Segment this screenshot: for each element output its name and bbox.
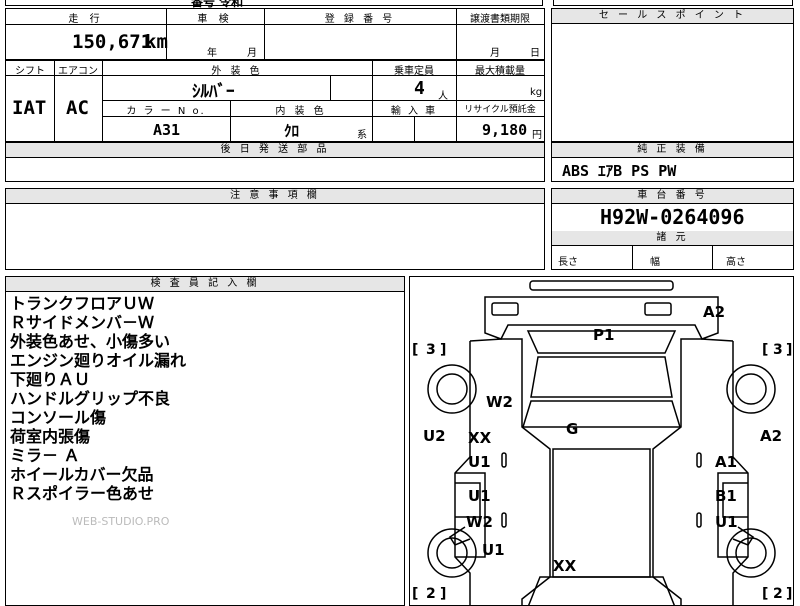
color-no-header: カ ラ ー N o.: [126, 106, 206, 117]
watermark: WEB-STUDIO.PRO: [72, 515, 170, 528]
recycle-deposit-value: 9,180: [482, 121, 528, 139]
note-line: トランクフロアＵＷ: [10, 294, 155, 313]
note-line: エンジン廻りオイル漏れ: [10, 351, 187, 370]
spec-row: シフト エアコン 外 装 色 乗車定員 最大積載量 IAT AC ｼﾙﾊﾞｰ 4…: [5, 60, 545, 142]
interior-color-header: 内 装 色: [275, 106, 327, 117]
mark-u2-left: U2: [423, 427, 446, 445]
note-line: コンソール傷: [10, 408, 107, 427]
transfer-day-label: 日: [530, 48, 540, 59]
note-line: 下廻りＡＵ: [10, 370, 91, 389]
chassis-number: H92W-0264096: [600, 205, 745, 229]
shaken-year-label: 年: [207, 48, 217, 59]
shift-value: IAT: [12, 97, 47, 119]
mark-w2-left-low: W2: [466, 513, 493, 531]
ac-header: エアコン: [58, 66, 98, 77]
interior-color-value: ｸﾛ: [284, 122, 300, 140]
car-diagram: A2 P1 W2 G U2 XX U1 U1 W2 U1 XX A2 A1 B1…: [412, 280, 792, 605]
mark-w2-left: W2: [486, 393, 513, 411]
sales-point-box: セ ー ル ス ポ イ ン ト: [551, 8, 794, 142]
car-map-box: A2 P1 W2 G U2 XX U1 U1 W2 U1 XX A2 A1 B1…: [409, 276, 794, 606]
capacity-header: 乗車定員: [394, 66, 434, 77]
tire-bracket-right-top: [: [762, 342, 768, 358]
mark-p1: P1: [593, 326, 614, 344]
tire-bracket-right-top-close: ]: [786, 342, 792, 358]
recycle-deposit-header: リサイクル預託金: [464, 105, 536, 115]
note-line: 荷室内張傷: [10, 427, 91, 446]
max-load-unit: kg: [530, 87, 543, 98]
shaken-header: 車 検: [197, 14, 233, 25]
transfer-month-label: 月: [490, 48, 500, 59]
equipment-value: ABS ｴｱB PS PW: [562, 162, 677, 180]
mileage-unit: km: [145, 31, 168, 53]
later-parts-header: 後 日 発 送 部 品: [6, 143, 544, 158]
mileage-value: 150,671: [72, 31, 153, 53]
note-line: Ｒサイドメンバ－Ｗ: [10, 313, 155, 332]
note-line: 外装色あせ、小傷多い: [10, 332, 171, 351]
tire-grade-right-top: 3: [773, 342, 783, 358]
tire-grade-left-top: 3: [426, 342, 436, 358]
max-load-header: 最大積載量: [475, 66, 525, 77]
interior-color-suffix: 系: [357, 130, 367, 141]
top-strip: 番号 令和: [5, 0, 543, 9]
mark-u1-left-top: U1: [468, 453, 491, 471]
shift-header: シフト: [15, 66, 45, 77]
tire-bracket-left-top: [: [412, 342, 418, 358]
caution-box: 注 意 事 項 欄: [5, 188, 545, 270]
transfer-deadline-header: 譲渡書類期限: [470, 14, 530, 25]
exterior-color-value: ｼﾙﾊﾞｰ: [192, 82, 235, 102]
capacity-unit: 人: [438, 91, 448, 102]
chassis-box: 車 台 番 号 H92W-0264096 諸 元 長さ 幅 高さ: [551, 188, 794, 270]
note-line: ミラ－ Ａ: [10, 446, 80, 465]
ac-value: AC: [66, 97, 89, 119]
sales-point-header: セ ー ル ス ポ イ ン ト: [552, 9, 793, 24]
note-line: ハンドルグリップ不良: [10, 389, 171, 408]
tire-bracket-left-top-close: ]: [440, 342, 446, 358]
mark-xx-bottom: XX: [553, 557, 577, 575]
mileage-row: 走 行 車 検 登 録 番 号 譲渡書類期限 150,671 km 年 月 月 …: [5, 8, 545, 60]
mileage-header: 走 行: [68, 14, 104, 25]
dimension-width-label: 幅: [650, 257, 660, 268]
dimension-height-label: 高さ: [726, 257, 746, 268]
chassis-header: 車 台 番 号: [552, 189, 793, 204]
mark-u1-left-bottom: U1: [482, 541, 505, 559]
import-header: 輸 入 車: [390, 106, 438, 117]
capacity-value: 4: [414, 78, 425, 99]
shaken-month-label: 月: [247, 48, 257, 59]
note-line: Ｒスポイラー色あせ: [10, 484, 155, 503]
equipment-box: 純 正 装 備 ABS ｴｱB PS PW: [551, 142, 794, 182]
mark-g: G: [566, 420, 578, 438]
color-no-value: A31: [153, 121, 181, 139]
later-parts-box: 後 日 発 送 部 品: [5, 142, 545, 182]
dimensions-header: 諸 元: [552, 231, 793, 246]
mark-u1-right: U1: [715, 513, 738, 531]
mark-b1-right: B1: [715, 487, 737, 505]
inspector-notes: トランクフロアＵＷ Ｒサイドメンバ－Ｗ 外装色あせ、小傷多い エンジン廻りオイル…: [10, 294, 186, 503]
equipment-header: 純 正 装 備: [552, 143, 793, 158]
inspector-header: 検 査 員 記 入 欄: [6, 277, 404, 292]
dimension-length-label: 長さ: [558, 257, 578, 268]
note-line: ホイールカバー欠品: [10, 465, 154, 484]
mark-a2-top: A2: [703, 303, 725, 321]
mark-xx-left: XX: [468, 429, 492, 447]
mark-u1-left-mid: U1: [468, 487, 491, 505]
mark-a1-right: A1: [715, 453, 737, 471]
mark-a2-right: A2: [760, 427, 782, 445]
inspector-box: 検 査 員 記 入 欄 トランクフロアＵＷ Ｒサイドメンバ－Ｗ 外装色あせ、小傷…: [5, 276, 405, 606]
recycle-deposit-unit: 円: [532, 130, 542, 141]
caution-header: 注 意 事 項 欄: [6, 189, 544, 204]
exterior-color-header: 外 装 色: [211, 66, 263, 77]
top-strip-right: [553, 0, 793, 6]
registration-header: 登 録 番 号: [324, 14, 396, 25]
